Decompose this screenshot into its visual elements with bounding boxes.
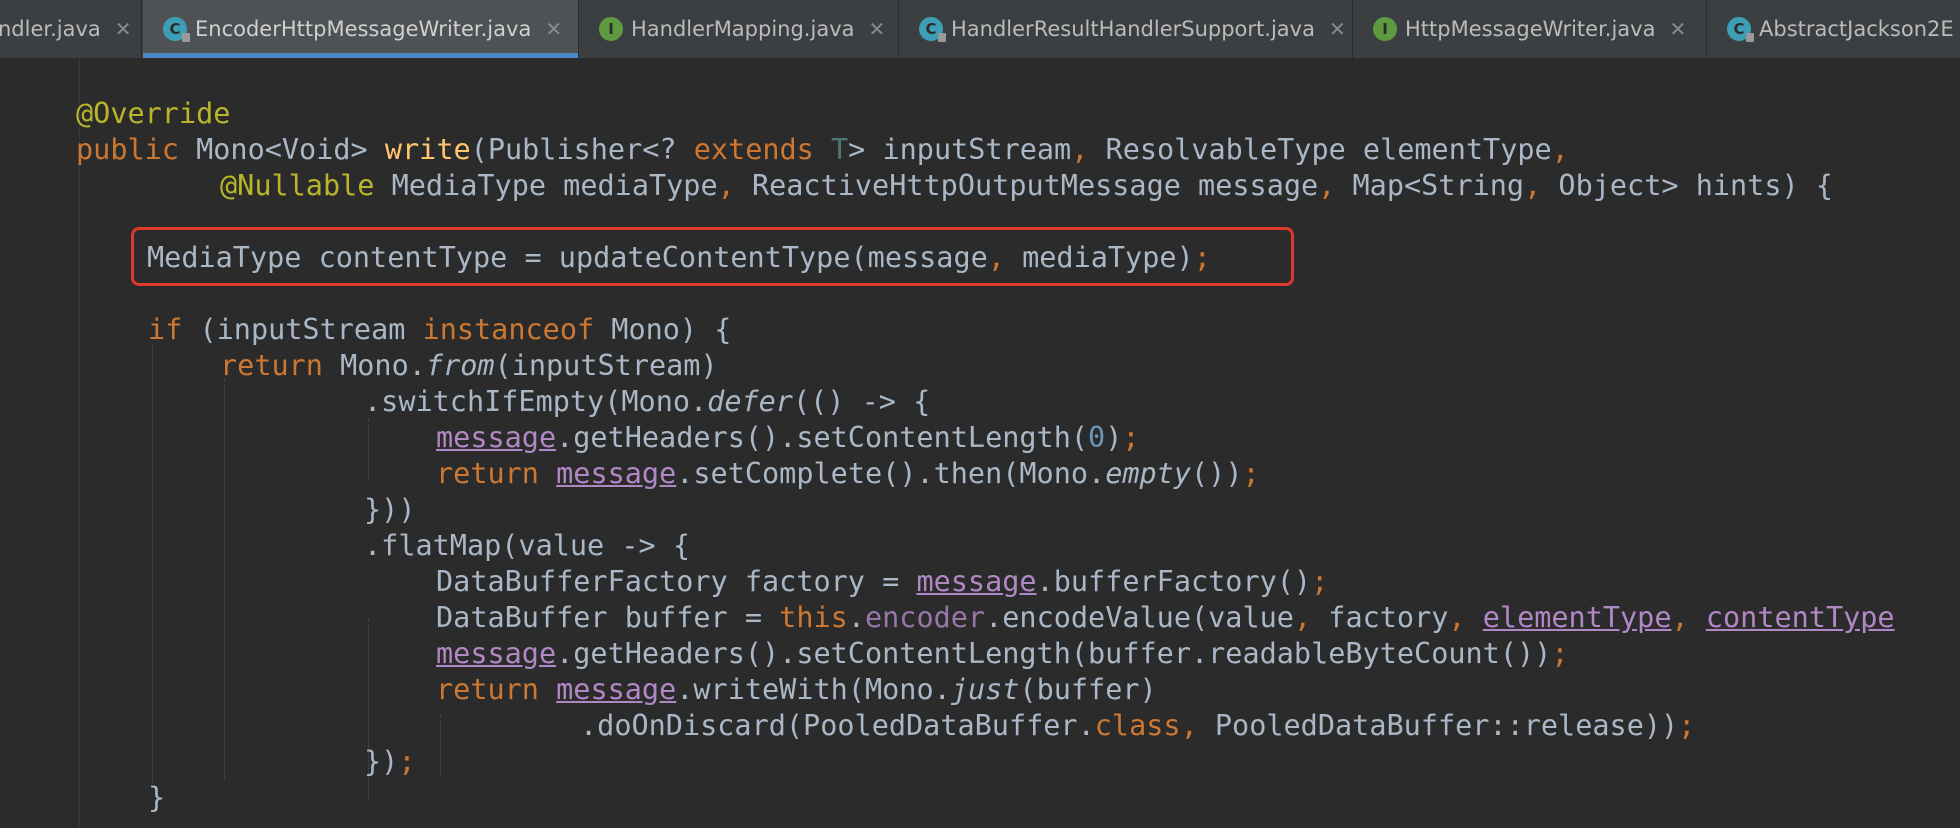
interface-icon: I xyxy=(1373,17,1397,41)
code-line: DataBuffer buffer = this.encoder.encodeV… xyxy=(436,601,1895,634)
code-line: .doOnDiscard(PooledDataBuffer.class, Poo… xyxy=(580,709,1696,742)
close-icon[interactable]: ✕ xyxy=(1329,17,1346,41)
code-line: message.getHeaders().setContentLength(0)… xyxy=(436,421,1140,454)
code-line: .flatMap(value -> { xyxy=(364,529,691,562)
close-icon[interactable]: ✕ xyxy=(1669,17,1686,41)
code-line: return Mono.from(inputStream) xyxy=(220,349,718,382)
close-icon[interactable]: ✕ xyxy=(115,17,132,41)
indent-guide xyxy=(224,379,225,779)
code-line: message.getHeaders().setContentLength(bu… xyxy=(436,637,1569,670)
gutter-divider xyxy=(79,59,80,828)
tab-label: HttpMessageWriter.java xyxy=(1405,17,1656,41)
editor-tab-bar: ndler.java ✕ C EncoderHttpMessageWriter.… xyxy=(0,0,1960,59)
tab-http-message-writer[interactable]: I HttpMessageWriter.java ✕ xyxy=(1353,0,1707,58)
close-icon[interactable]: ✕ xyxy=(868,17,885,41)
code-line: @Override xyxy=(76,96,230,132)
code-line: if (inputStream instanceof Mono) { xyxy=(148,313,732,346)
indent-guide xyxy=(440,715,441,775)
code-line-highlighted: MediaType contentType = updateContentTyp… xyxy=(147,241,1211,274)
indent-guide xyxy=(368,419,369,479)
tab-handler-java[interactable]: ndler.java ✕ xyxy=(0,0,142,58)
annotation: @Override xyxy=(76,97,231,130)
tab-label: HandlerResultHandlerSupport.java xyxy=(951,17,1315,41)
code-line: })) xyxy=(364,493,416,526)
class-icon: C xyxy=(1727,17,1754,42)
code-line: DataBufferFactory factory = message.buff… xyxy=(436,565,1329,598)
code-line: return message.writeWith(Mono.just(buffe… xyxy=(436,673,1157,706)
method-name: write xyxy=(384,133,471,166)
tab-label: HandlerMapping.java xyxy=(631,17,855,41)
code-editor[interactable]: @Override public Mono<Void> write(Publis… xyxy=(0,59,1960,828)
code-line: return message.setComplete().then(Mono.e… xyxy=(436,457,1260,490)
tab-abstract-jackson2-encoder[interactable]: C AbstractJackson2E xyxy=(1707,0,1960,58)
tab-label: AbstractJackson2E xyxy=(1759,17,1954,41)
tab-handler-result-handler-support[interactable]: C HandlerResultHandlerSupport.java ✕ xyxy=(899,0,1353,58)
class-icon: C xyxy=(163,17,190,42)
code-line: .switchIfEmpty(Mono.defer(() -> { xyxy=(364,385,931,418)
tab-encoder-http-message-writer[interactable]: C EncoderHttpMessageWriter.java ✕ xyxy=(143,0,579,58)
code-line: } xyxy=(148,781,166,814)
class-icon: C xyxy=(919,17,946,42)
close-icon[interactable]: ✕ xyxy=(545,17,562,41)
tab-handler-mapping[interactable]: I HandlerMapping.java ✕ xyxy=(579,0,899,58)
tab-label: ndler.java xyxy=(0,17,101,41)
code-line: @Nullable MediaType mediaType, ReactiveH… xyxy=(220,169,1833,202)
indent-guide xyxy=(152,344,153,784)
code-line: public Mono<Void> write(Publisher<? exte… xyxy=(76,133,1569,166)
tab-label: EncoderHttpMessageWriter.java xyxy=(195,17,532,41)
interface-icon: I xyxy=(599,17,623,41)
code-line: }); xyxy=(364,745,416,778)
